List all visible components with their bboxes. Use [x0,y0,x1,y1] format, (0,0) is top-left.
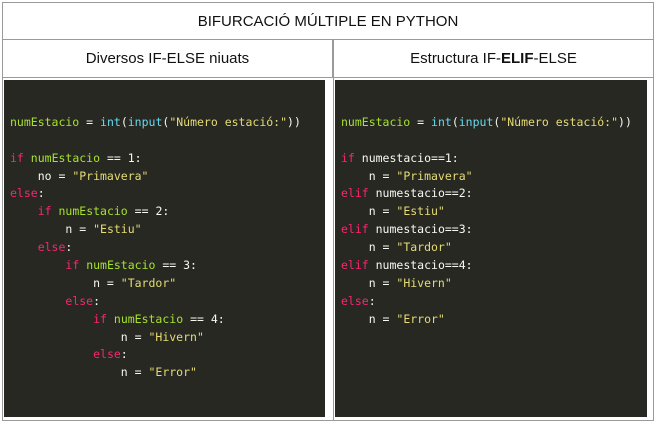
right-code-block: numEstacio = int(input("Número estació:"… [335,80,647,417]
left-code-line: if numEstacio == 1: [10,150,142,165]
right-code-line [341,382,647,400]
right-code-line [341,96,647,114]
right-column-header: Estructura IF- ELIF -ELSE [334,40,653,78]
right-code-line [341,400,647,417]
left-code-line: else: [93,347,128,362]
left-code-line: if numEstacio == 2: [37,204,170,219]
right-code-line: else: [341,293,376,308]
left-code-line: n = "Error" [10,365,197,380]
right-code-line: elif numestacio==3: [341,222,473,237]
left-code-line: else: [37,240,73,255]
left-code-line: else: [65,293,101,308]
right-code-line: n = "Hivern" [341,275,452,290]
table-title: BIFURCACIÓ MÚLTIPLE EN PYTHON [3,3,653,40]
right-code-line: n = "Error" [341,311,445,326]
left-code-line: n = "Estiu" [10,222,142,237]
left-code-line: n = "Hivern" [10,329,204,344]
right-header-bold: ELIF [501,50,534,67]
left-code-line [10,382,325,400]
right-code-line: n = "Tardor" [341,240,452,255]
right-code-line: n = "Estiu" [341,204,445,219]
right-code-line: elif numestacio==4: [341,258,473,273]
column-divider [333,40,334,420]
left-code-block: numEstacio = int(input("Número estació:"… [4,80,325,417]
left-column-header: Diversos IF-ELSE niuats [3,40,333,78]
right-code-line [341,132,647,150]
right-code-line [341,329,647,347]
left-code-line [10,400,325,417]
right-code-line [341,364,647,382]
right-code-line [341,346,647,364]
left-code-line [10,132,325,150]
left-code-line [10,96,325,114]
right-code-line: if numestacio==1: [341,150,459,165]
right-code-line: numEstacio = int(input("Número estació:"… [341,114,632,129]
left-code-line: n = "Tardor" [10,275,177,290]
right-code-line: n = "Primavera" [341,168,473,183]
right-header-suffix: -ELSE [533,50,577,67]
left-code-line: if numEstacio == 3: [65,258,197,273]
left-code-line: no = "Primavera" [10,168,149,183]
right-header-prefix: Estructura IF- [410,50,501,67]
left-code-line: else: [10,186,45,201]
right-code-line: elif numestacio==2: [341,186,473,201]
left-code-line: numEstacio = int(input("Número estació:"… [10,114,301,129]
left-code-line: if numEstacio == 4: [93,311,225,326]
